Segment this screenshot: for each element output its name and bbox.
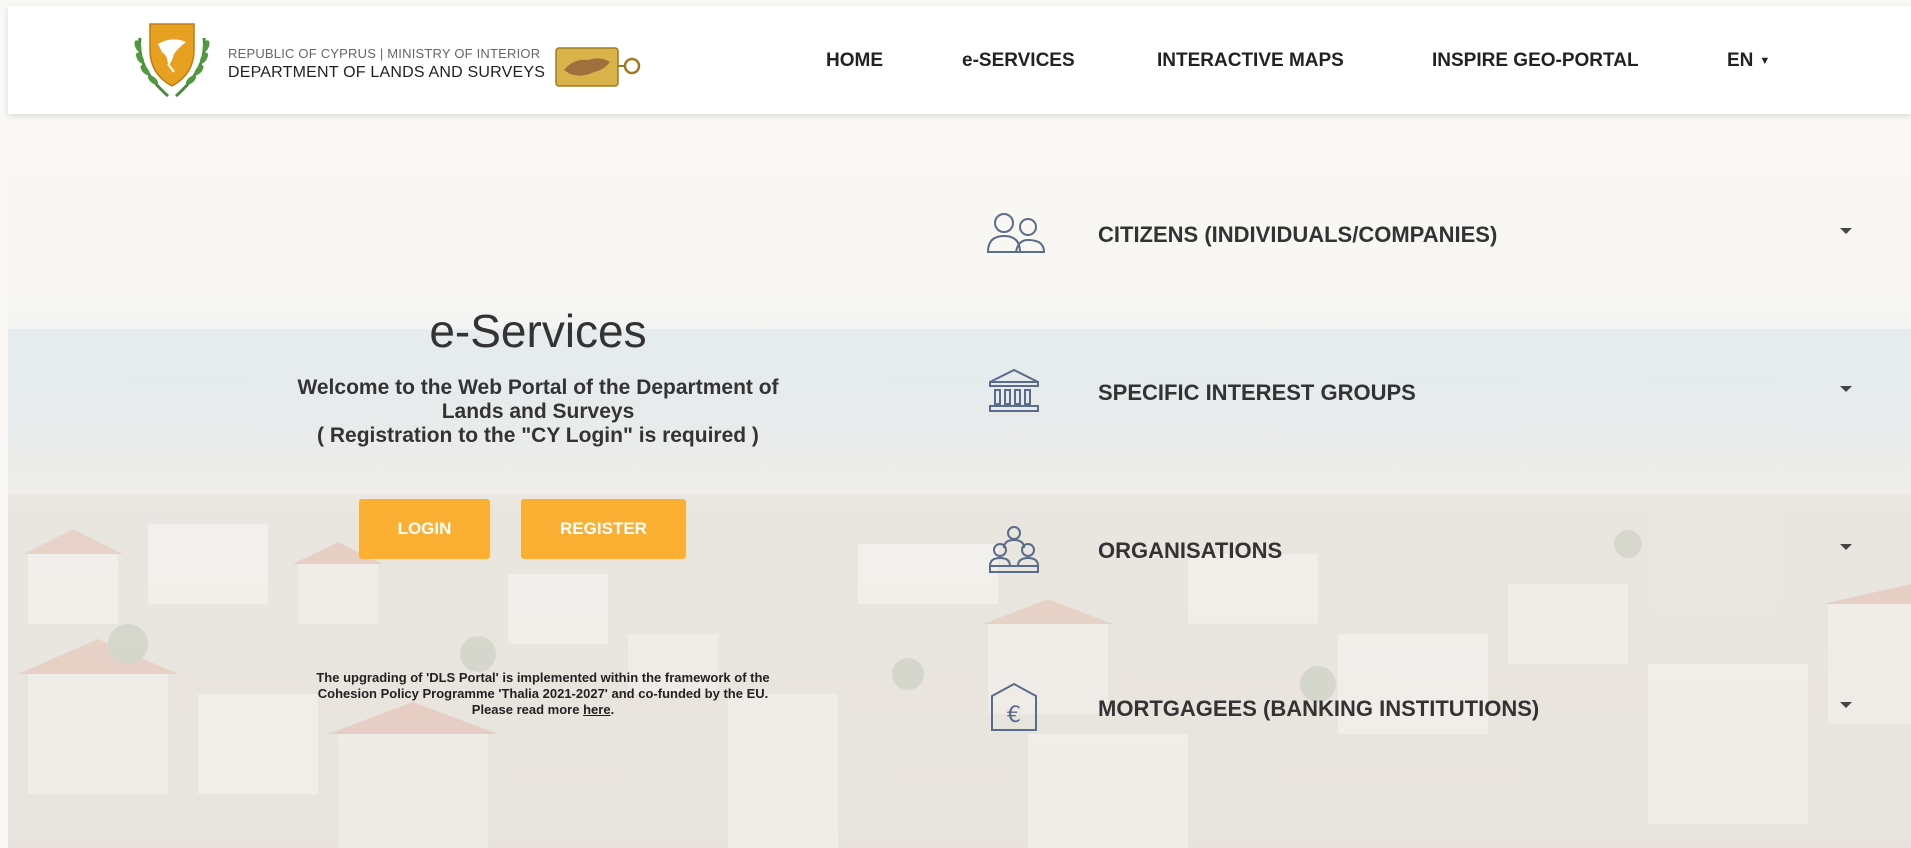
caret-down-icon: ▼ — [1759, 54, 1771, 67]
svg-text:€: € — [1007, 703, 1021, 728]
accordion-organisations[interactable]: ORGANISATIONS — [982, 522, 1852, 582]
funding-line-3-suffix: . — [610, 702, 615, 717]
login-button[interactable]: LOGIN — [359, 499, 490, 559]
accordion-specific-interest-groups-label: SPECIFIC INTEREST GROUPS — [1098, 380, 1416, 405]
chevron-down-icon — [1840, 228, 1852, 234]
register-button[interactable]: REGISTER — [521, 499, 686, 559]
institution-icon — [989, 368, 1039, 412]
nav-inspire-geo-portal[interactable]: INSPIRE GEO-PORTAL — [1432, 50, 1639, 72]
accordion-citizens-label: CITIZENS (INDIVIDUALS/COMPANIES) — [1098, 222, 1498, 247]
site-header: REPUBLIC OF CYPRUS | MINISTRY OF INTERIO… — [8, 6, 1911, 114]
funding-notice: The upgrading of 'DLS Portal' is impleme… — [268, 670, 818, 718]
chevron-down-icon — [1840, 544, 1852, 550]
euro-bank-icon: € — [991, 682, 1037, 731]
accordion-mortgagees[interactable]: € MORTGAGEES (BANKING INSTITUTIONS) — [982, 680, 1852, 740]
chevron-down-icon — [1840, 386, 1852, 392]
accordion-specific-interest-groups[interactable]: SPECIFIC INTEREST GROUPS — [982, 364, 1852, 424]
accordion-organisations-label: ORGANISATIONS — [1098, 538, 1283, 563]
main-nav: HOME e-SERVICES INTERACTIVE MAPS INSPIRE… — [8, 6, 1911, 114]
welcome-text: Welcome to the Web Portal of the Departm… — [263, 376, 813, 448]
organisations-icon — [988, 526, 1040, 573]
language-label: EN — [1727, 50, 1754, 71]
accordion-mortgagees-label: MORTGAGEES (BANKING INSTITUTIONS) — [1098, 696, 1540, 721]
welcome-line-3: ( Registration to the "CY Login" is requ… — [317, 424, 759, 447]
hero-section: e-Services Welcome to the Web Portal of … — [8, 114, 1911, 848]
read-more-link[interactable]: here — [583, 702, 610, 717]
nav-e-services[interactable]: e-SERVICES — [962, 50, 1075, 72]
funding-line-2: Cohesion Policy Programme 'Thalia 2021-2… — [317, 686, 769, 701]
accordion-citizens[interactable]: CITIZENS (INDIVIDUALS/COMPANIES) — [982, 206, 1852, 266]
funding-line-3-prefix: Please read more — [471, 702, 584, 717]
funding-line-1: The upgrading of 'DLS Portal' is impleme… — [316, 670, 770, 685]
citizens-icon — [986, 213, 1046, 253]
welcome-line-1: Welcome to the Web Portal of the Departm… — [297, 376, 779, 399]
page-title: e-Services — [429, 305, 647, 357]
chevron-down-icon — [1840, 702, 1852, 708]
nav-interactive-maps[interactable]: INTERACTIVE MAPS — [1157, 50, 1344, 72]
funding-line-3: Please read more here. — [268, 702, 818, 718]
welcome-line-2: Lands and Surveys — [441, 400, 635, 423]
page: REPUBLIC OF CYPRUS | MINISTRY OF INTERIO… — [0, 0, 1911, 848]
nav-home[interactable]: HOME — [826, 50, 883, 72]
language-selector[interactable]: EN ▼ — [1727, 50, 1770, 72]
